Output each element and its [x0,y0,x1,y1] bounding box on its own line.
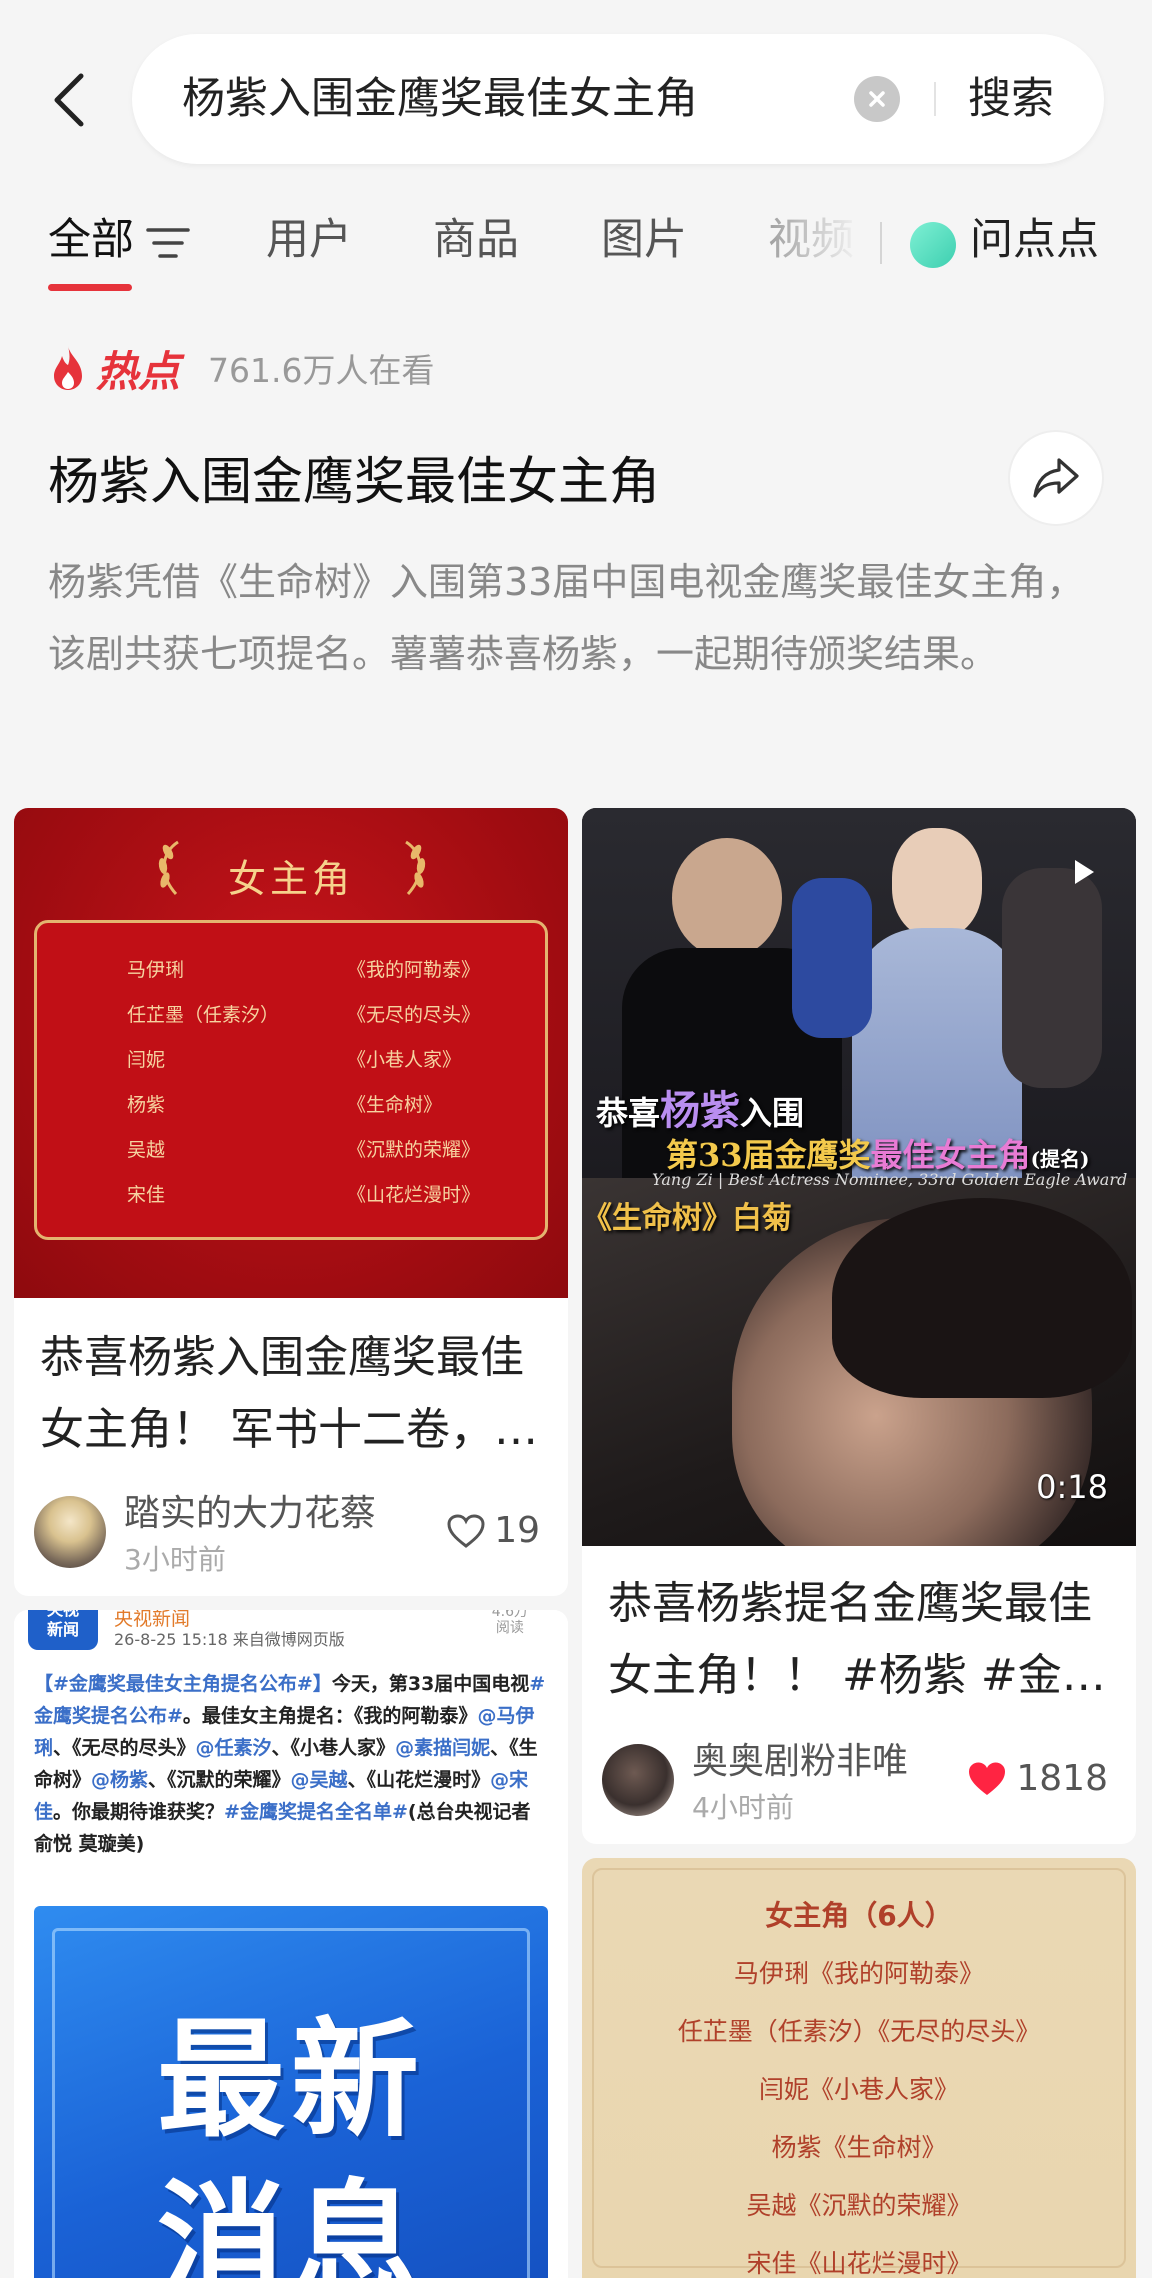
nominee-name: 闫妮 [127,1049,166,1071]
like-button[interactable]: 19 [446,1510,540,1551]
latest-news-banner: 最新 消息 [34,1906,548,2278]
nominee-row: 宋佳《山花烂漫时》 [746,2249,972,2278]
tab-active-indicator [48,284,132,291]
back-arrow-icon [54,73,84,127]
note-cover-image: 央视新闻 央视新闻 26-8-25 15:18 来自微博网页版 4.6万阅读 【… [14,1610,568,2278]
share-icon [1033,458,1079,498]
weibo-post-meta: 26-8-25 15:18 来自微博网页版 [114,1630,345,1649]
nominee-work: 《我的阿勒泰》 [347,959,481,981]
avatar[interactable] [602,1744,674,1816]
heart-filled-icon [969,1762,1006,1795]
topic-title: 杨紫入围金鹰奖最佳女主角 [48,453,661,512]
nominee-name: 吴越 [127,1139,166,1161]
nominee-row: 任芷墨（任素汐）《无尽的尽头》 [677,2017,1041,2046]
banner-text: 消息 [156,2168,425,2278]
search-bar[interactable]: 杨紫入围金鹰奖最佳女主角 搜索 [132,34,1104,164]
filter-icon[interactable] [146,226,190,260]
clear-search-button[interactable] [854,76,900,122]
video-caption-english: Yang Zi | Best Actress Nominee, 33rd Gol… [652,1170,1128,1189]
hot-label: 热点 [96,346,181,396]
award-frame: 马伊琍 《我的阿勒泰》 任芷墨（任素汐） 《无尽的尽头》 闫妮 《小巷人家》 杨… [34,920,548,1240]
nominee-name: 任芷墨（任素汐） [127,1004,280,1026]
viewer-count: 761.6万人在看 [208,351,435,390]
share-button[interactable] [1008,430,1104,526]
cctv-news-logo: 央视新闻 [28,1610,98,1650]
nominee-row: 杨紫《生命树》 [771,2133,947,2162]
heart-outline-icon [447,1513,485,1548]
post-time: 4小时前 [692,1791,794,1824]
video-caption: 恭喜杨紫入围 [596,1087,805,1134]
tab-fade-overlay [760,200,880,290]
note-cover-video[interactable]: 恭喜杨紫入围 第33届金鹰奖最佳女主角(提名) Yang Zi | Best A… [582,808,1136,1546]
tab-users[interactable]: 用户 [266,210,352,270]
close-icon [869,91,885,107]
nominee-list-heading: 女主角（6人） [765,1899,953,1932]
tab-products[interactable]: 商品 [433,210,519,270]
note-card[interactable]: 恭喜杨紫入围 第33届金鹰奖最佳女主角(提名) Yang Zi | Best A… [582,808,1136,1844]
award-heading: 女主角 [227,857,354,901]
video-figure [672,838,782,958]
note-card[interactable]: 央视新闻 央视新闻 26-8-25 15:18 来自微博网页版 4.6万阅读 【… [14,1610,568,2278]
author-name[interactable]: 奥奥剧粉非唯 [692,1732,908,1784]
like-button[interactable]: 1818 [966,1758,1108,1799]
wendiandian-icon [910,222,956,268]
flame-icon [54,346,82,390]
banner-text: 最新 [156,2006,425,2155]
nominee-work: 《无尽的尽头》 [347,1004,481,1026]
like-count: 19 [494,1510,540,1551]
video-figure [1002,868,1102,1088]
nominee-row: 吴越《沉默的荣耀》 [746,2191,972,2220]
weibo-read-count: 4.6万 阅读 [491,1610,528,1636]
note-cover-image: 女主角 马伊琍 《我的阿勒泰》 任芷墨（任素汐） 《无尽的尽头》 闫妮 《小巷人… [14,808,568,1298]
video-duration: 0:18 [1036,1468,1108,1506]
video-figure [792,878,872,1038]
nominee-row: 马伊琍《我的阿勒泰》 [733,1959,984,1988]
nominee-work: 《沉默的荣耀》 [347,1139,481,1161]
note-title[interactable]: 恭喜杨紫提名金鹰奖最佳女主角！！ #杨紫 #金… [608,1568,1118,1712]
search-button[interactable]: 搜索 [968,34,1054,164]
tab-divider [880,222,882,264]
nominee-work: 《生命树》 [347,1094,443,1116]
video-figure [892,828,982,938]
post-time: 3小时前 [124,1543,226,1576]
nominee-name: 杨紫 [127,1094,166,1116]
tab-all[interactable]: 全部 [48,210,134,270]
nominee-work: 《山花烂漫时》 [347,1184,481,1206]
tab-wendiandian[interactable]: 问点点 [970,210,1099,270]
search-divider [934,82,936,116]
video-figure [832,1198,1132,1398]
nominee-row: 闫妮《小巷人家》 [758,2075,959,2104]
back-button[interactable] [40,62,96,138]
like-count: 1818 [1016,1758,1108,1799]
nominee-name: 宋佳 [127,1184,166,1206]
play-icon [1075,860,1094,884]
weibo-post-text: 【#金鹰奖最佳女主角提名公布#】今天，第33届中国电视#金鹰奖提名公布#。最佳女… [34,1673,546,1855]
nominee-work: 《小巷人家》 [347,1049,462,1071]
avatar[interactable] [34,1496,106,1568]
note-card[interactable]: 女主角（6人） 马伊琍《我的阿勒泰》 任芷墨（任素汐）《无尽的尽头》 闫妮《小巷… [582,1858,1136,2278]
topic-description: 杨紫凭借《生命树》入围第33届中国电视金鹰奖最佳女主角，该剧共获七项提名。薯薯恭… [48,560,1085,676]
video-caption: 《生命树》白菊 [582,1201,792,1236]
search-input[interactable]: 杨紫入围金鹰奖最佳女主角 [182,34,698,164]
nominee-name: 马伊琍 [127,959,185,981]
note-title[interactable]: 恭喜杨紫入围金鹰奖最佳女主角！ 军书十二卷，… [40,1322,550,1466]
hot-badge-row: 热点 761.6万人在看 [48,340,435,396]
note-card[interactable]: 女主角 马伊琍 《我的阿勒泰》 任芷墨（任素汐） 《无尽的尽头》 闫妮 《小巷人… [14,808,568,1596]
search-header: 杨紫入围金鹰奖最佳女主角 搜索 [0,0,1152,190]
tab-images[interactable]: 图片 [601,210,687,270]
category-tabs: 全部 用户 商品 图片 视频 问点点 [0,200,1152,300]
author-name[interactable]: 踏实的大力花蔡 [124,1484,376,1536]
